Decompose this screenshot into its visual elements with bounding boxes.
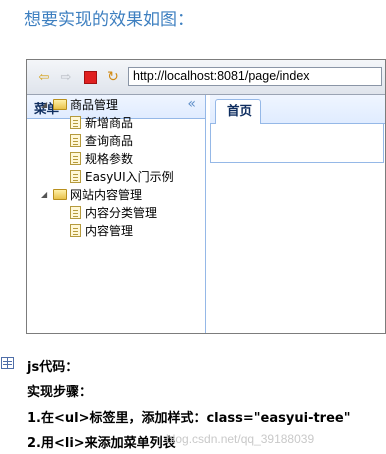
folder-icon [53, 189, 67, 200]
article-line-step-2: 2.用<li>来添加菜单列表 [27, 436, 176, 451]
tree-node-easyui-demo[interactable]: EasyUI入门示例 [27, 168, 205, 186]
tab-home[interactable]: 首页 [215, 99, 261, 124]
article-line-js-code: js代码： [27, 360, 79, 375]
address-bar[interactable]: http://localhost:8081/page/index [128, 67, 382, 86]
watermark: blog.csdn.net/qq_39188039 [166, 432, 315, 446]
tree-node-label: 新增商品 [85, 116, 134, 130]
tree-node-label: 查询商品 [85, 134, 134, 148]
tree-node-label: EasyUI入门示例 [85, 170, 174, 184]
file-icon [70, 170, 81, 183]
file-icon [70, 152, 81, 165]
page-heading: 想要实现的效果如图： [24, 10, 194, 30]
tree-node-label: 网站内容管理 [70, 188, 143, 202]
tree-node-label: 内容管理 [85, 224, 134, 238]
tree-node-content-category[interactable]: 内容分类管理 [27, 204, 205, 222]
tree-node-content-management[interactable]: 内容管理 [27, 222, 205, 240]
expanded-triangle-icon[interactable]: ◢ [41, 96, 47, 114]
code-block-icon[interactable] [1, 357, 14, 369]
article-line-steps: 实现步骤： [27, 385, 93, 400]
tab-strip: 首页 [210, 95, 385, 124]
stop-icon[interactable] [82, 69, 98, 85]
tree-node-label: 商品管理 [70, 98, 119, 112]
file-icon [70, 116, 81, 129]
file-icon [70, 134, 81, 147]
article-line-step-1: 1.在<ul>标签里，添加样式：class="easyui-tree" [27, 411, 351, 426]
tree-node-product-management[interactable]: ◢ 商品管理 [27, 96, 205, 114]
browser-screenshot: ⇦ ⇨ ↻ http://localhost:8081/page/index 菜… [26, 59, 386, 334]
expanded-triangle-icon[interactable]: ◢ [41, 186, 47, 204]
tree-node-label: 内容分类管理 [85, 206, 158, 220]
tree-node-site-content[interactable]: ◢ 网站内容管理 [27, 186, 205, 204]
tab-content [210, 124, 384, 163]
back-arrow-icon[interactable]: ⇦ [36, 69, 52, 85]
refresh-icon[interactable]: ↻ [105, 69, 121, 85]
tree-node-spec-params[interactable]: 规格参数 [27, 150, 205, 168]
tree-node-query-product[interactable]: 查询商品 [27, 132, 205, 150]
tree-node-add-product[interactable]: 新增商品 [27, 114, 205, 132]
tree-node-label: 规格参数 [85, 152, 134, 166]
forward-arrow-icon[interactable]: ⇨ [58, 69, 74, 85]
file-icon [70, 206, 81, 219]
file-icon [70, 224, 81, 237]
center-panel: 首页 [210, 95, 385, 333]
folder-icon [53, 99, 67, 110]
browser-toolbar: ⇦ ⇨ ↻ http://localhost:8081/page/index [27, 60, 385, 95]
menu-tree: ◢ 商品管理 新增商品 查询商品 规格参数 EasyUI入门示例 ◢ 网站内容管… [27, 96, 205, 240]
